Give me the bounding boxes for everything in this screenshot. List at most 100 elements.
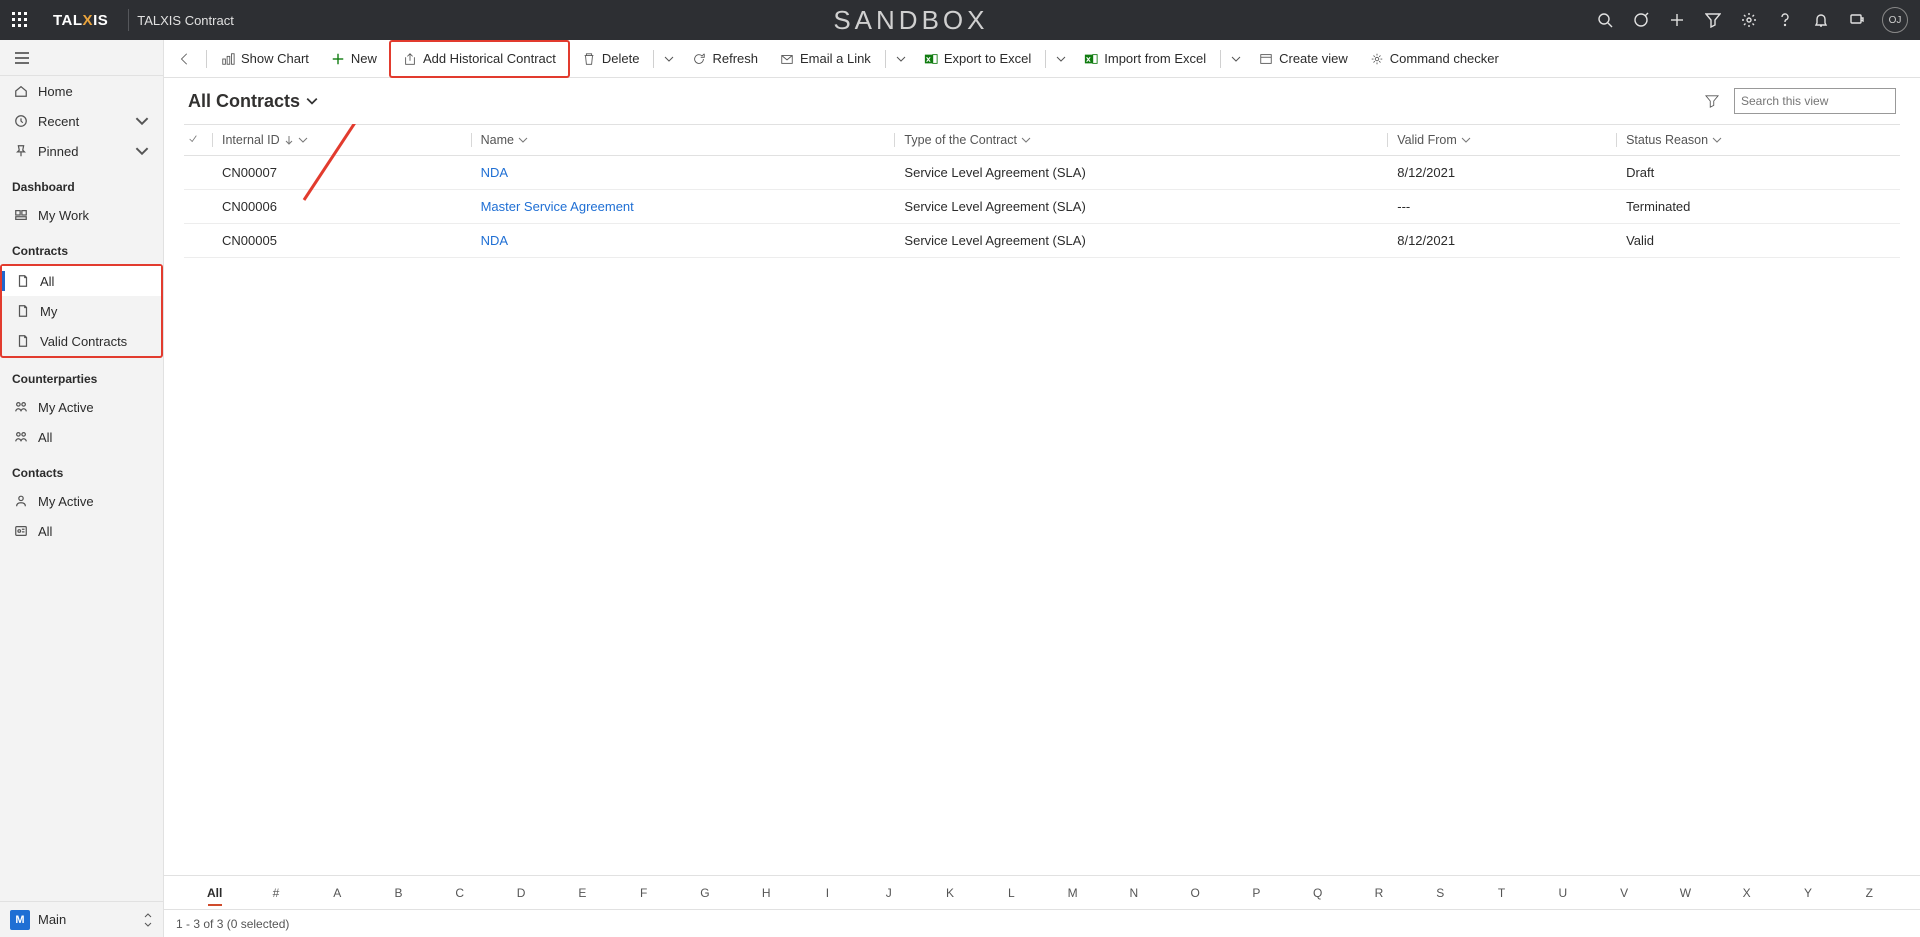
refresh-button[interactable]: Refresh xyxy=(682,44,768,74)
table-row[interactable]: CN00006Master Service AgreementService L… xyxy=(184,190,1900,224)
alpha-key[interactable]: R xyxy=(1348,886,1409,900)
alpha-key[interactable]: O xyxy=(1165,886,1226,900)
sidebar-item-recent[interactable]: Recent xyxy=(0,106,163,136)
alpha-key[interactable]: W xyxy=(1655,886,1716,900)
col-label: Name xyxy=(481,133,514,147)
delete-button[interactable]: Delete xyxy=(572,44,650,74)
sidebar-item-my-work[interactable]: My Work xyxy=(0,200,163,230)
col-type[interactable]: Type of the Contract xyxy=(894,125,1387,156)
show-chart-button[interactable]: Show Chart xyxy=(211,44,319,74)
filter-icon[interactable] xyxy=(1696,0,1730,40)
select-all-column[interactable] xyxy=(184,125,212,156)
alpha-key[interactable]: Q xyxy=(1287,886,1348,900)
sidebar-toggle[interactable] xyxy=(0,40,163,76)
cell-name-link[interactable]: NDA xyxy=(471,224,895,258)
sidebar-item-valid-contracts[interactable]: Valid Contracts xyxy=(2,326,161,356)
table-row[interactable]: CN00005NDAService Level Agreement (SLA)8… xyxy=(184,224,1900,258)
alpha-key[interactable]: V xyxy=(1593,886,1654,900)
email-link-button[interactable]: Email a Link xyxy=(770,44,881,74)
alpha-key[interactable]: U xyxy=(1532,886,1593,900)
col-name[interactable]: Name xyxy=(471,125,895,156)
search-view-box[interactable] xyxy=(1734,88,1896,114)
export-excel-dropdown[interactable] xyxy=(1050,44,1072,74)
sidebar-item-all-contacts[interactable]: All xyxy=(0,516,163,546)
logo-suffix: IS xyxy=(93,12,108,29)
alpha-key[interactable]: D xyxy=(490,886,551,900)
import-excel-button[interactable]: Import from Excel xyxy=(1074,44,1216,74)
area-switcher[interactable]: M Main xyxy=(0,901,163,937)
sidebar-item-home[interactable]: Home xyxy=(0,76,163,106)
button-label: Import from Excel xyxy=(1104,51,1206,66)
alpha-key[interactable]: C xyxy=(429,886,490,900)
sidebar-item-my[interactable]: My xyxy=(2,296,161,326)
sidebar-item-label: My Work xyxy=(38,208,89,223)
search-icon[interactable] xyxy=(1588,0,1622,40)
alpha-key[interactable]: T xyxy=(1471,886,1532,900)
search-input[interactable] xyxy=(1741,94,1896,108)
sandbox-banner: SANDBOX xyxy=(833,5,988,36)
cell-name-link[interactable]: NDA xyxy=(471,156,895,190)
sidebar-item-all-cp[interactable]: All xyxy=(0,422,163,452)
target-icon[interactable] xyxy=(1624,0,1658,40)
avatar[interactable]: OJ xyxy=(1882,7,1908,33)
row-selector[interactable] xyxy=(184,156,212,190)
add-icon[interactable] xyxy=(1660,0,1694,40)
col-status[interactable]: Status Reason xyxy=(1616,125,1900,156)
email-link-dropdown[interactable] xyxy=(890,44,912,74)
sidebar-item-my-active-cp[interactable]: My Active xyxy=(0,392,163,422)
export-excel-button[interactable]: Export to Excel xyxy=(914,44,1041,74)
alpha-key[interactable]: F xyxy=(613,886,674,900)
alpha-key[interactable]: H xyxy=(736,886,797,900)
table-row[interactable]: CN00007NDAService Level Agreement (SLA)8… xyxy=(184,156,1900,190)
area-badge: M xyxy=(10,910,30,930)
new-button[interactable]: New xyxy=(321,44,387,74)
row-selector[interactable] xyxy=(184,190,212,224)
global-top-bar: TALXIS TALXIS Contract SANDBOX OJ xyxy=(0,0,1920,40)
alpha-key[interactable]: M xyxy=(1042,886,1103,900)
alpha-key[interactable]: Y xyxy=(1777,886,1838,900)
area-label: Main xyxy=(38,912,66,927)
button-label: Email a Link xyxy=(800,51,871,66)
sidebar-item-label: All xyxy=(38,524,52,539)
delete-dropdown[interactable] xyxy=(658,44,680,74)
help-icon[interactable] xyxy=(1768,0,1802,40)
command-checker-button[interactable]: Command checker xyxy=(1360,44,1509,74)
row-selector[interactable] xyxy=(184,224,212,258)
alpha-key[interactable]: I xyxy=(797,886,858,900)
view-selector[interactable]: All Contracts xyxy=(188,91,318,112)
alpha-key[interactable]: # xyxy=(245,886,306,900)
sidebar-item-pinned[interactable]: Pinned xyxy=(0,136,163,166)
create-view-button[interactable]: Create view xyxy=(1249,44,1358,74)
grid-container: Internal ID Name Type of the Contract Va… xyxy=(164,124,1920,875)
alpha-key[interactable]: Z xyxy=(1839,886,1900,900)
col-valid-from[interactable]: Valid From xyxy=(1387,125,1616,156)
assistant-icon[interactable] xyxy=(1840,0,1874,40)
alpha-key[interactable]: E xyxy=(552,886,613,900)
alpha-key[interactable]: A xyxy=(307,886,368,900)
alpha-key[interactable]: N xyxy=(1103,886,1164,900)
add-historical-contract-button[interactable]: Add Historical Contract xyxy=(393,44,566,74)
import-excel-dropdown[interactable] xyxy=(1225,44,1247,74)
gear-icon[interactable] xyxy=(1732,0,1766,40)
button-label: Command checker xyxy=(1390,51,1499,66)
alpha-key[interactable]: All xyxy=(184,886,245,900)
button-label: Refresh xyxy=(712,51,758,66)
alpha-key[interactable]: B xyxy=(368,886,429,900)
app-launcher-icon[interactable] xyxy=(0,0,40,40)
sidebar-item-all[interactable]: All xyxy=(2,266,161,296)
separator xyxy=(1220,50,1221,68)
back-button[interactable] xyxy=(168,44,202,74)
bell-icon[interactable] xyxy=(1804,0,1838,40)
sidebar-item-my-active-contacts[interactable]: My Active xyxy=(0,486,163,516)
alpha-key[interactable]: G xyxy=(674,886,735,900)
alpha-key[interactable]: J xyxy=(858,886,919,900)
sidebar-item-label: All xyxy=(40,274,54,289)
alpha-key[interactable]: K xyxy=(919,886,980,900)
alpha-key[interactable]: S xyxy=(1410,886,1471,900)
filter-icon[interactable] xyxy=(1698,87,1726,115)
alpha-key[interactable]: P xyxy=(1226,886,1287,900)
col-internal-id[interactable]: Internal ID xyxy=(212,125,471,156)
cell-name-link[interactable]: Master Service Agreement xyxy=(471,190,895,224)
alpha-key[interactable]: L xyxy=(981,886,1042,900)
alpha-key[interactable]: X xyxy=(1716,886,1777,900)
